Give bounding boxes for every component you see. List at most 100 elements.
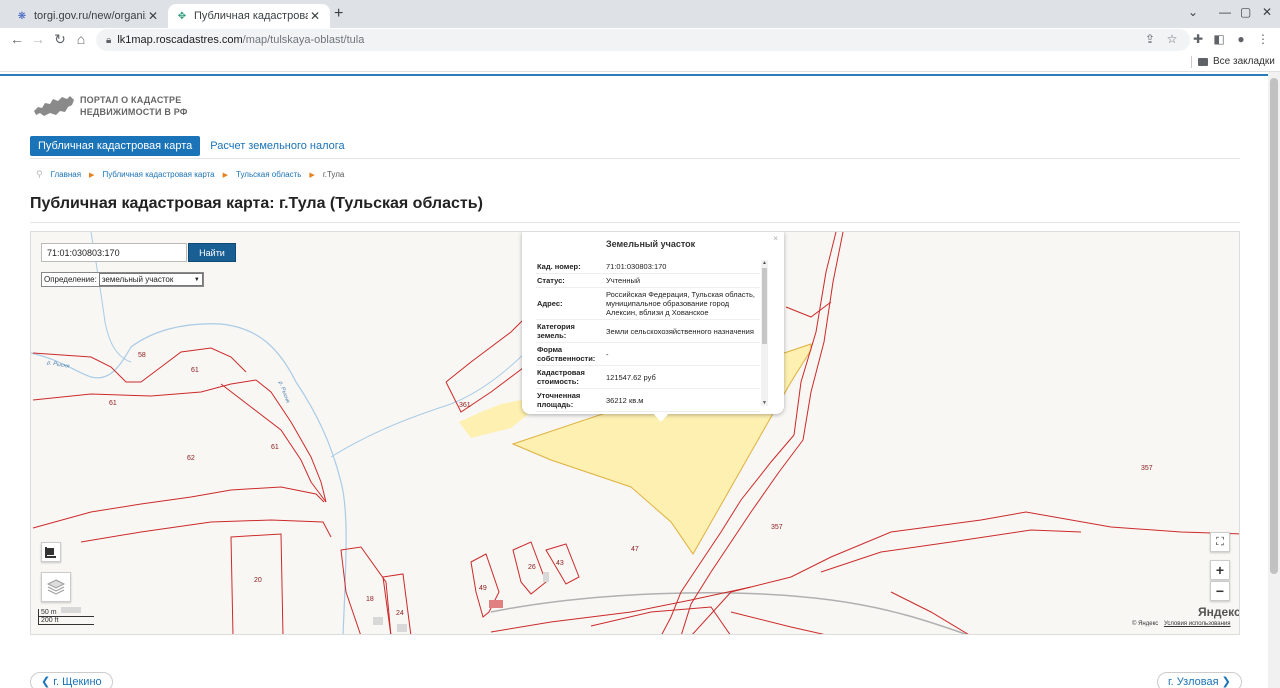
header-accent-line [0, 74, 1268, 76]
url-host: lk1map.roscadastres.com [117, 34, 243, 46]
russia-map-logo-icon [34, 96, 74, 116]
parcel-label: 62 [187, 455, 195, 462]
home-icon[interactable]: ⌂ [72, 31, 90, 47]
popup-row-key: Кадастровая стоимость: [536, 365, 605, 389]
minimize-icon[interactable]: — [1219, 5, 1231, 19]
url-path: /map/tulskaya-oblast/tula [242, 34, 365, 46]
folder-icon [1198, 57, 1208, 66]
tab-title: Публичная кадастровая ка [194, 10, 308, 22]
popup-row-key: Кад. номер: [536, 260, 605, 274]
torgi-favicon-icon: ❋ [17, 10, 27, 22]
popup-row-value: 71:01:030803:170 [605, 260, 760, 274]
terms-link[interactable]: Условия использования [1164, 621, 1231, 627]
chevron-left-icon: ❮ [41, 676, 54, 688]
all-bookmarks-label: Все закладки [1213, 56, 1275, 67]
parcel-info-popup: × Земельный участок Кад. номер: 71:01:030… [522, 232, 784, 414]
popup-scroll-thumb[interactable] [762, 268, 767, 344]
zoom-in-button[interactable]: + [1210, 560, 1230, 580]
close-window-icon[interactable]: ✕ [1262, 5, 1272, 19]
nav-cadastral-map[interactable]: Публичная кадастровая карта [30, 136, 201, 156]
menu-icon[interactable]: ⋮ [1255, 32, 1271, 46]
forward-icon[interactable]: → [29, 31, 47, 47]
site-info-icon[interactable]: 🔒︎ [106, 35, 111, 46]
popup-row-value: Земли сельскохозяйственного назначения [605, 319, 760, 343]
extensions-icon[interactable]: ✚ [1190, 32, 1206, 46]
ruler-icon[interactable] [41, 542, 61, 562]
definition-selector: Определение: земельный участок ▼ [41, 272, 204, 287]
close-tab-icon[interactable]: ✕ [146, 9, 160, 23]
popup-row-value: 36212 кв.м [605, 388, 760, 412]
parcel-label: 43 [556, 560, 564, 567]
copyright-text: © Яндекс [1132, 621, 1159, 627]
scroll-up-icon[interactable]: ▲ [761, 260, 768, 266]
parcel-label: 24 [396, 610, 404, 617]
map-scale: 50 m 200 ft [38, 609, 94, 625]
popup-pointer [653, 413, 669, 422]
close-tab-icon[interactable]: ✕ [308, 9, 322, 23]
breadcrumb: ⚲ Главная ▶ Публичная кадастровая карта … [36, 169, 344, 180]
zoom-out-button[interactable]: − [1210, 581, 1230, 601]
parcel-info-table: Кад. номер: 71:01:030803:170 Статус: Учтенн… [536, 260, 760, 412]
all-bookmarks-button[interactable]: Все закладки [1198, 56, 1275, 67]
cadastral-map[interactable]: 58 61 61 61 62 361 357 357 47 20 18 24 4… [30, 231, 1240, 635]
maximize-icon[interactable]: ▢ [1240, 5, 1251, 19]
parcel-label: 361 [459, 402, 471, 409]
chevron-right-icon: ❯ [1218, 676, 1231, 688]
reload-icon[interactable]: ↻ [51, 31, 69, 48]
back-icon[interactable]: ← [8, 31, 26, 47]
cadastral-search: 71:01:030803:170 Найти [41, 243, 236, 262]
profile-icon[interactable]: ● [1233, 32, 1249, 46]
popup-row: Кадастровая стоимость: 121547.62 руб [536, 365, 760, 389]
breadcrumb-region[interactable]: Тульская область [236, 170, 301, 179]
scroll-down-icon[interactable]: ▼ [761, 400, 768, 406]
yandex-logo[interactable]: Яндекс [1198, 605, 1239, 619]
tab-search-icon[interactable]: ⌄ [1188, 5, 1198, 19]
parcel-label: 20 [254, 577, 262, 584]
site-logo[interactable]: ПОРТАЛ О КАДАСТРЕ НЕДВИЖИМОСТИ В РФ [32, 93, 188, 119]
popup-row-value: - [605, 342, 760, 366]
parcel-label: 18 [366, 596, 374, 603]
popup-row-key: Уточненная площадь: [536, 388, 605, 412]
page-scrollbar[interactable] [1268, 72, 1280, 688]
close-popup-icon[interactable]: × [773, 234, 778, 243]
parcel-label: 58 [138, 352, 146, 359]
main-navigation: Публичная кадастровая карта Расчет земел… [30, 136, 345, 156]
new-tab-button[interactable]: + [334, 5, 343, 23]
tab-cadastral-map[interactable]: ✥ Публичная кадастровая ка ✕ [168, 4, 330, 28]
prev-city-link[interactable]: ❮ г. Щекино [30, 672, 113, 688]
map-copyright: © Яндекс Условия использования [1132, 621, 1231, 627]
parcel-label: 357 [1141, 465, 1153, 472]
browser-tab-bar: ❋ torgi.gov.ru/new/organizatio ✕ ✥ Публи… [0, 0, 1280, 28]
breadcrumb-home[interactable]: Главная [51, 170, 81, 179]
cadastral-number-input[interactable]: 71:01:030803:170 [41, 243, 187, 262]
bookmarks-bar: Все закладки [0, 52, 1280, 72]
breadcrumb-map[interactable]: Публичная кадастровая карта [102, 170, 214, 179]
nav-land-tax[interactable]: Расчет земельного налога [210, 140, 344, 152]
popup-row: Форма собственности: - [536, 342, 760, 366]
page-title: Публичная кадастровая карта: г.Тула (Тул… [30, 195, 483, 212]
popup-row: Адрес: Российская Федерация, Тульская обл… [536, 287, 760, 320]
share-icon[interactable]: ⇪ [1142, 32, 1158, 46]
popup-row-key: Статус: [536, 273, 605, 288]
prev-city-label: г. Щекино [53, 676, 102, 688]
map-favicon-icon: ✥ [177, 10, 187, 22]
fullscreen-icon[interactable]: ⛶ [1210, 532, 1230, 552]
popup-scrollbar[interactable]: ▲ ▼ [761, 260, 768, 406]
river-label: р. Рысня [46, 360, 70, 370]
bookmarks-separator [1191, 56, 1192, 68]
bookmark-star-icon[interactable]: ☆ [1164, 32, 1180, 46]
tab-torgi[interactable]: ❋ torgi.gov.ru/new/organizatio ✕ [8, 4, 168, 28]
side-panel-icon[interactable]: ◧ [1211, 32, 1227, 46]
breadcrumb-arrow-icon: ▶ [89, 171, 95, 179]
logo-line-2: НЕДВИЖИМОСТИ В РФ [80, 107, 188, 117]
layers-icon[interactable] [41, 572, 71, 602]
definition-select[interactable]: земельный участок ▼ [98, 273, 203, 286]
nav-divider [30, 158, 1240, 159]
parcel-label: 61 [109, 400, 117, 407]
page-scroll-thumb[interactable] [1270, 78, 1278, 574]
find-button[interactable]: Найти [188, 243, 236, 262]
address-bar[interactable]: 🔒︎ lk1map.roscadastres.com/map/tulskaya-… [96, 29, 1190, 51]
location-pin-icon: ⚲ [36, 169, 43, 179]
parcel-label: 26 [528, 564, 536, 571]
next-city-link[interactable]: г. Узловая ❯ [1157, 672, 1242, 688]
